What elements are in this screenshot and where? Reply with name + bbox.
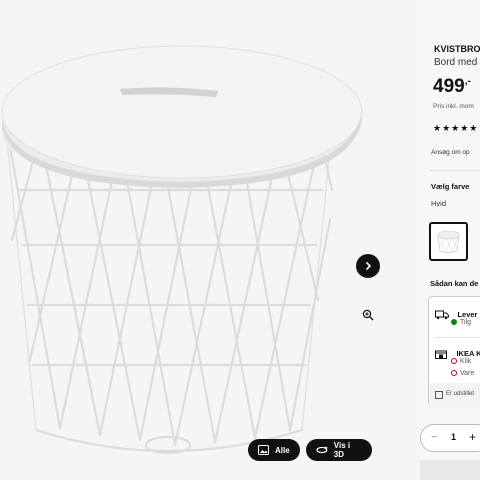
rotate-3d-icon (316, 446, 328, 454)
divider (430, 170, 480, 171)
rating-stars[interactable]: ★★★★★ (433, 123, 478, 134)
show-all-label: Alle (275, 445, 290, 455)
delivery-label: Lever (457, 310, 478, 320)
quantity-increase-button[interactable]: + (469, 430, 476, 444)
zoom-in-button[interactable] (361, 308, 375, 322)
colour-value: Hvid (431, 199, 447, 208)
quantity-stepper: − 1 + (420, 424, 480, 452)
unavailable-dot (451, 358, 457, 365)
display-icon (435, 391, 443, 399)
product-image (1, 45, 363, 455)
click-collect-text: Klik (460, 358, 472, 365)
price-amount: 499 (433, 76, 465, 97)
installment-link[interactable]: Ansøg om op (431, 149, 470, 156)
view-3d-button[interactable]: Vis i 3D (306, 439, 372, 461)
unavailable-dot (451, 370, 457, 377)
quantity-decrease-button[interactable]: − (431, 431, 437, 443)
zoom-in-icon (362, 309, 374, 321)
in-stock-dot (451, 319, 457, 326)
display-note-bar: Er udstillet (429, 383, 480, 406)
gallery-icon (258, 445, 269, 455)
availability-card: Lever Tilg IKEA K Klik Vare Er udstillet (428, 296, 480, 406)
store-stock-status: Vare (451, 370, 474, 377)
product-gallery: Alle Vis i 3D (0, 0, 420, 480)
next-image-button[interactable] (356, 254, 380, 278)
colour-heading: Vælg farve (431, 182, 470, 191)
show-all-images-button[interactable]: Alle (248, 439, 300, 461)
truck-icon (435, 310, 449, 319)
price-suffix: ,- (464, 76, 471, 87)
purchase-options-heading: Sådan kan de (430, 279, 479, 288)
product-description: Bord med (434, 57, 478, 68)
price-note: Pris inkl. mom (433, 103, 474, 110)
store-stock-text: Vare (460, 370, 475, 377)
display-note: Er udstillet (446, 391, 475, 397)
divider (435, 337, 480, 338)
product-price: 499,- (433, 76, 471, 98)
store-label: IKEA K (456, 349, 480, 359)
colour-swatch-white[interactable] (429, 222, 468, 261)
click-collect-status: Klik (451, 358, 471, 365)
swatch-thumbnail (437, 230, 460, 253)
view-3d-label: Vis i 3D (333, 441, 351, 459)
delivery-status: Tilg (451, 319, 471, 326)
product-name: KVISTBRO (434, 44, 480, 54)
product-info-panel: KVISTBRO Bord med 499,- Pris inkl. mom ★… (420, 0, 480, 480)
add-to-cart-area (420, 460, 480, 480)
delivery-status-text: Tilg (460, 319, 472, 326)
chevron-right-icon (365, 261, 372, 271)
quantity-value[interactable]: 1 (451, 432, 456, 442)
store-icon (435, 350, 447, 359)
